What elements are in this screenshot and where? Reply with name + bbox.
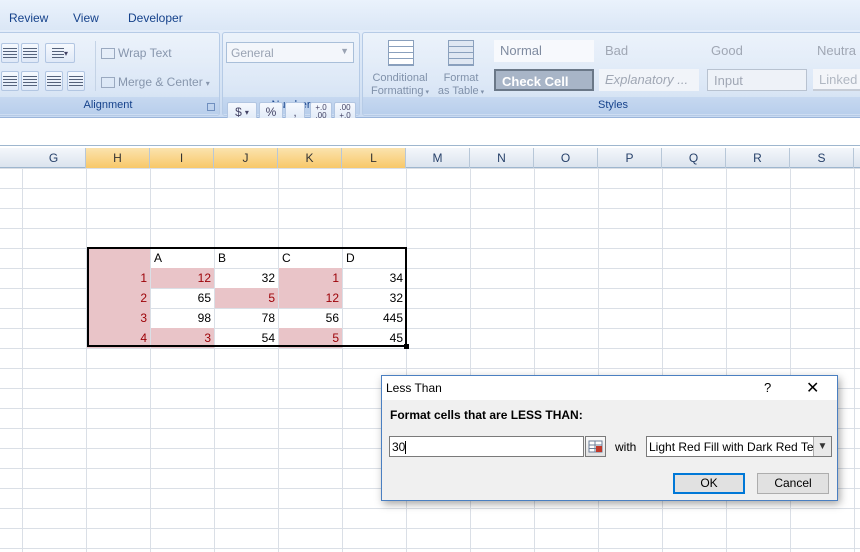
increase-indent-button[interactable] <box>67 71 85 91</box>
align-middle-button[interactable] <box>21 43 39 63</box>
conditional-formatting-label-2: Formatting <box>370 85 424 97</box>
format-as-table-label-2: as Table <box>437 85 479 97</box>
dialog-title: Less Than <box>386 381 442 395</box>
number-format-select[interactable]: General ▼ <box>226 42 354 63</box>
fill-handle[interactable] <box>404 344 409 349</box>
selection-border <box>87 247 407 347</box>
alignment-group: ▾ Wrap Text Merge & Center ▾ Alignment <box>0 32 220 116</box>
column-header-m[interactable]: M <box>406 148 470 168</box>
with-label: with <box>615 440 637 454</box>
style-input-label: Input <box>714 73 743 88</box>
wrap-text-label: Wrap Text <box>118 46 172 60</box>
wrap-text-button[interactable]: Wrap Text <box>101 46 172 60</box>
column-header-q[interactable]: Q <box>662 148 726 168</box>
column-header-g[interactable]: G <box>22 148 86 168</box>
column-header-k[interactable]: K <box>278 148 342 168</box>
style-normal[interactable]: Normal <box>494 40 594 62</box>
ok-button[interactable]: OK <box>673 473 745 494</box>
style-linked-label: Linked <box>819 72 858 87</box>
merge-center-icon <box>101 77 115 89</box>
less-than-value: 30 <box>392 440 406 454</box>
column-header-n[interactable]: N <box>470 148 534 168</box>
column-header-s[interactable]: S <box>790 148 854 168</box>
align-top-button[interactable] <box>1 43 19 63</box>
help-icon[interactable]: ? <box>764 380 771 395</box>
format-as-table-label-1: Format <box>443 72 479 84</box>
text-cursor <box>405 441 407 455</box>
style-good-label: Good <box>711 43 743 58</box>
tab-review[interactable]: Review <box>9 11 48 25</box>
merge-center-button[interactable]: Merge & Center ▾ <box>101 75 210 89</box>
number-format-value: General <box>231 46 274 60</box>
style-bad[interactable]: Bad <box>599 40 699 62</box>
ribbon-tab-bar: Review View Developer <box>0 0 860 30</box>
currency-label: $ <box>235 105 242 119</box>
style-linked[interactable]: Linked <box>813 69 860 91</box>
format-as-table-icon <box>448 40 474 66</box>
alignment-group-label: Alignment <box>0 97 219 114</box>
formula-bar[interactable] <box>0 118 860 146</box>
tab-view[interactable]: View <box>73 11 99 25</box>
chevron-down-icon: ▼ <box>340 46 349 56</box>
divider <box>95 41 96 91</box>
dialog-title-bar: Less Than ? ✕ <box>382 376 837 400</box>
decrease-indent-button[interactable] <box>45 71 63 91</box>
chevron-down-icon[interactable]: ▼ <box>813 437 831 456</box>
column-header-r[interactable]: R <box>726 148 790 168</box>
style-neutral[interactable]: Neutra <box>811 40 860 62</box>
format-as-table-button[interactable]: Format as Table ▾ <box>434 38 488 102</box>
align-right-button[interactable] <box>21 71 39 91</box>
close-icon[interactable]: ✕ <box>806 378 819 398</box>
style-check-cell[interactable]: Check Cell <box>494 69 594 91</box>
column-header-l[interactable]: L <box>342 148 406 168</box>
ribbon: ▾ Wrap Text Merge & Center▾ Alignment Nu… <box>0 30 860 122</box>
conditional-formatting-label-1: Conditional <box>372 72 428 84</box>
column-header-bar: G H I J K L M N O P Q R S <box>0 148 860 168</box>
style-neutral-label: Neutra <box>817 43 857 58</box>
style-input[interactable]: Input <box>707 69 807 91</box>
range-select-icon <box>588 440 603 453</box>
style-good[interactable]: Good <box>705 40 805 62</box>
style-bad-label: Bad <box>605 43 629 58</box>
column-header-j[interactable]: J <box>214 148 278 168</box>
column-header-h[interactable]: H <box>86 148 150 168</box>
orientation-button[interactable]: ▾ <box>45 43 75 63</box>
conditional-formatting-button[interactable]: Conditional Formatting ▾ <box>368 38 432 102</box>
format-style-value: Light Red Fill with Dark Red Text <box>649 440 823 454</box>
style-check-cell-label: Check Cell <box>502 74 569 89</box>
merge-center-label: Merge & Center <box>118 75 203 89</box>
dialog-prompt: Format cells that are LESS THAN: <box>390 408 583 422</box>
style-normal-label: Normal <box>500 43 542 58</box>
wrap-text-icon <box>101 48 115 60</box>
format-style-select[interactable]: Light Red Fill with Dark Red Text <box>646 436 832 457</box>
column-header-p[interactable]: P <box>598 148 662 168</box>
column-header-o[interactable]: O <box>534 148 598 168</box>
column-header-i[interactable]: I <box>150 148 214 168</box>
percent-label: % <box>265 105 277 119</box>
less-than-value-input[interactable]: 30 <box>389 436 584 457</box>
alignment-dialog-launcher-icon[interactable] <box>207 103 215 111</box>
cancel-button[interactable]: Cancel <box>757 473 829 494</box>
comma-label: , <box>293 105 297 119</box>
style-explanatory-label: Explanatory ... <box>605 72 689 87</box>
less-than-dialog: Less Than ? ✕ Format cells that are LESS… <box>381 375 838 501</box>
align-center-button[interactable] <box>1 71 19 91</box>
conditional-formatting-icon <box>388 40 414 66</box>
style-explanatory[interactable]: Explanatory ... <box>599 69 699 91</box>
tab-developer[interactable]: Developer <box>128 11 183 25</box>
collapse-dialog-button[interactable] <box>585 436 606 457</box>
